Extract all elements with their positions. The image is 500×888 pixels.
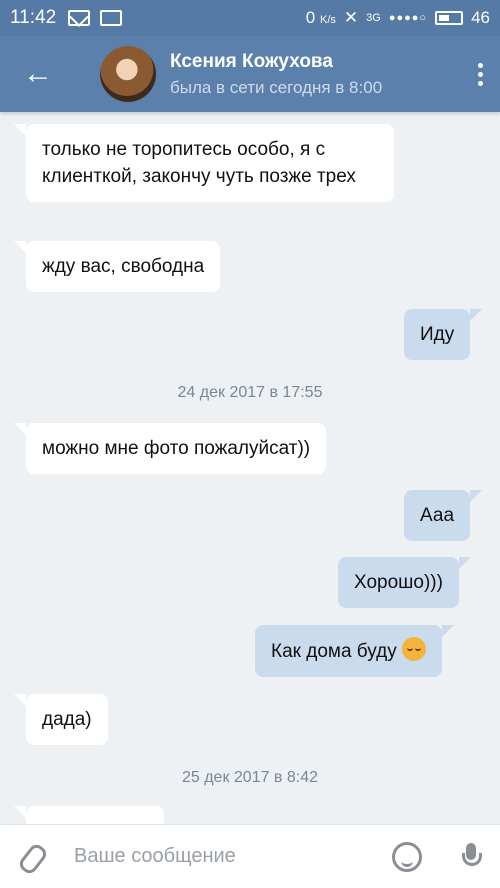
message-input[interactable]: Ваше сообщение	[74, 845, 392, 868]
network-type: 3G	[366, 12, 381, 24]
message-incoming[interactable]: жду вас, свободна	[13, 241, 221, 292]
network-speed: 0 K/s	[305, 8, 336, 27]
message-outgoing[interactable]: Как дома буду	[255, 625, 454, 677]
signal-icon: ●●●●○	[388, 12, 428, 24]
battery-icon	[435, 11, 464, 25]
message-composer: Ваше сообщение	[0, 824, 500, 888]
contact-name: Ксения Кожухова	[170, 51, 333, 72]
message-incoming[interactable]: дада)	[14, 694, 108, 745]
status-indicators: 0 K/s ✕ 3G ●●●●○ 46	[306, 8, 490, 28]
message-outgoing[interactable]: Хорошо)))	[338, 557, 471, 608]
gallery-icon	[100, 10, 123, 26]
message-incoming[interactable]	[14, 806, 164, 824]
message-list[interactable]: только не торопитесь особо, я с клиентко…	[0, 112, 500, 824]
battery-level: 46	[471, 8, 490, 27]
contact-status: была в сети сегодня в 8:00	[170, 78, 383, 97]
chat-header: ← Ксения Кожухова была в сети сегодня в …	[0, 36, 500, 112]
chat-title[interactable]: Ксения Кожухова была в сети сегодня в 8:…	[170, 50, 460, 98]
avatar[interactable]	[100, 46, 156, 102]
message-outgoing[interactable]: Ааа	[404, 490, 483, 541]
back-arrow-icon[interactable]: ←	[0, 36, 76, 112]
message-incoming[interactable]: можно мне фото пожалуйсат))	[13, 423, 327, 474]
message-incoming[interactable]: только не торопитесь особо, я с клиентко…	[14, 124, 394, 202]
message-outgoing[interactable]: Иду	[404, 309, 483, 360]
more-menu-icon[interactable]	[460, 36, 500, 112]
mail-icon	[68, 10, 91, 26]
microphone-icon[interactable]	[460, 841, 482, 873]
emoji-icon[interactable]	[392, 841, 422, 872]
status-bar: 11:42 0 K/s ✕ 3G ●●●●○ 46	[0, 0, 500, 36]
date-separator: 24 дек 2017 в 17:55	[177, 384, 323, 401]
message-text: Как дома буду	[271, 641, 397, 662]
attach-icon[interactable]	[20, 842, 44, 872]
relieved-face-icon	[402, 637, 426, 661]
status-time: 11:42	[10, 7, 57, 28]
date-separator: 25 дек 2017 в 8:42	[181, 769, 319, 786]
no-sound-icon: ✕	[343, 8, 359, 27]
